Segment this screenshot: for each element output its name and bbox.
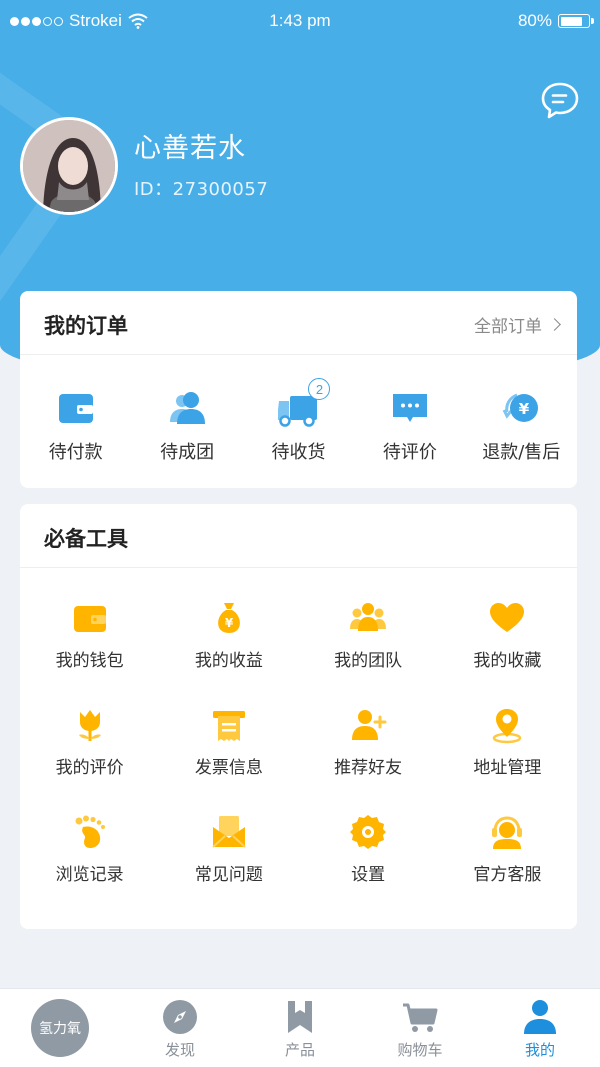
battery-icon <box>558 14 594 28</box>
refund-icon: ¥ <box>502 393 539 422</box>
compass-icon <box>163 1000 197 1034</box>
tool-label: 我的钱包 <box>55 651 124 671</box>
svg-text:¥: ¥ <box>225 616 234 630</box>
envelope-icon <box>212 816 246 848</box>
tool-label: 官方客服 <box>473 865 542 885</box>
tool-label: 常见问题 <box>194 865 263 885</box>
tab-label: 我的 <box>524 1041 555 1059</box>
tool-address[interactable]: 地址管理 <box>438 706 577 813</box>
tab-label: 发现 <box>164 1041 195 1059</box>
wallet-icon <box>73 606 106 632</box>
order-label: 待收货 <box>271 442 326 463</box>
user-id: ID：27300057 <box>134 179 269 200</box>
bookmark-icon <box>288 1001 312 1033</box>
tools-title: 必备工具 <box>44 527 128 551</box>
tab-bar: 氢力氧 发现 产品 购物车 我的 <box>0 988 600 1067</box>
tool-label: 地址管理 <box>473 758 542 778</box>
all-orders-link[interactable]: 全部订单 <box>474 312 561 337</box>
battery-percent: 80% <box>517 11 552 30</box>
orders-title: 我的订单 <box>44 314 128 338</box>
comment-icon <box>392 394 427 422</box>
money-bag-icon: ¥ <box>217 603 240 633</box>
team-icon <box>350 603 387 631</box>
invoice-icon <box>212 711 245 741</box>
svg-text:¥: ¥ <box>519 400 530 418</box>
username: 心善若水 <box>134 133 246 164</box>
tab-brand[interactable]: 氢力氧 <box>0 989 120 1067</box>
order-pending-payment[interactable]: 待付款 <box>20 386 131 464</box>
status-time: 1:43 pm <box>269 11 331 30</box>
tool-label: 我的收藏 <box>473 651 542 671</box>
wallet-icon <box>58 394 93 423</box>
tool-invite-friend[interactable]: 推荐好友 <box>299 706 438 813</box>
order-pending-group[interactable]: 待成团 <box>131 386 242 464</box>
brand-logo: 氢力氧 <box>31 999 89 1057</box>
order-pending-receipt[interactable]: 2 待收货 <box>243 378 354 464</box>
location-icon <box>493 709 522 744</box>
tool-team[interactable]: 我的团队 <box>299 599 438 706</box>
order-label: 待评价 <box>382 442 437 463</box>
orders-card: 我的订单 全部订单 待付款 待成团 2 待收货 待评价 ¥ 退款/售后 <box>20 291 577 488</box>
tool-favorites[interactable]: 我的收藏 <box>438 599 577 706</box>
tool-earnings[interactable]: ¥ 我的收益 <box>159 599 298 706</box>
receipt-count-badge: 2 <box>308 378 331 400</box>
tool-faq[interactable]: 常见问题 <box>159 813 298 920</box>
tool-label: 我的收益 <box>194 651 263 671</box>
headset-icon <box>492 816 523 849</box>
message-icon[interactable] <box>540 80 580 120</box>
cart-icon <box>403 1003 438 1032</box>
tool-reviews[interactable]: 我的评价 <box>20 706 159 813</box>
chevron-right-icon <box>548 318 561 331</box>
tab-cart[interactable]: 购物车 <box>360 989 480 1067</box>
user-icon <box>524 1000 556 1034</box>
tool-wallet[interactable]: 我的钱包 <box>20 599 159 706</box>
order-refund[interactable]: ¥ 退款/售后 <box>466 386 577 464</box>
order-label: 待付款 <box>48 442 103 463</box>
order-status-row: 待付款 待成团 2 待收货 待评价 ¥ 退款/售后 <box>20 378 577 464</box>
battery-info: 80% <box>517 11 594 31</box>
order-label: 退款/售后 <box>482 442 561 463</box>
flower-icon <box>78 710 101 741</box>
order-pending-review[interactable]: 待评价 <box>354 386 465 464</box>
tool-settings[interactable]: 设置 <box>299 813 438 920</box>
tool-label: 我的团队 <box>334 651 403 671</box>
heart-icon <box>490 603 525 632</box>
group-icon <box>170 392 206 424</box>
footprint-icon <box>75 815 105 848</box>
tab-discover[interactable]: 发现 <box>120 989 240 1067</box>
tool-customer-service[interactable]: 官方客服 <box>438 813 577 920</box>
all-orders-label: 全部订单 <box>474 317 542 337</box>
tools-card: 必备工具 我的钱包 ¥ 我的收益 我的团队 我的收藏 我的评价 发票信息 推荐好… <box>20 504 577 929</box>
add-friend-icon <box>352 710 387 740</box>
tools-grid: 我的钱包 ¥ 我的收益 我的团队 我的收藏 我的评价 发票信息 推荐好友 地址管… <box>20 599 577 920</box>
tab-mine[interactable]: 我的 <box>480 989 600 1067</box>
tool-label: 我的评价 <box>55 758 124 778</box>
order-label: 待成团 <box>160 442 215 463</box>
gear-icon <box>350 815 387 849</box>
tab-products[interactable]: 产品 <box>240 989 360 1067</box>
tool-label: 发票信息 <box>194 758 263 778</box>
tools-header: 必备工具 <box>20 504 577 568</box>
tool-label: 浏览记录 <box>55 865 124 885</box>
tool-invoice[interactable]: 发票信息 <box>159 706 298 813</box>
tab-label: 产品 <box>284 1041 315 1059</box>
tool-label: 设置 <box>351 865 386 885</box>
tool-label: 推荐好友 <box>334 758 403 778</box>
status-bar: Strokei 1:43 pm 80% <box>0 0 600 42</box>
avatar[interactable] <box>20 117 118 215</box>
orders-header: 我的订单 全部订单 <box>20 291 577 355</box>
truck-icon-wrap: 2 <box>276 378 331 430</box>
tool-history[interactable]: 浏览记录 <box>20 813 159 920</box>
tab-label: 购物车 <box>397 1041 443 1059</box>
